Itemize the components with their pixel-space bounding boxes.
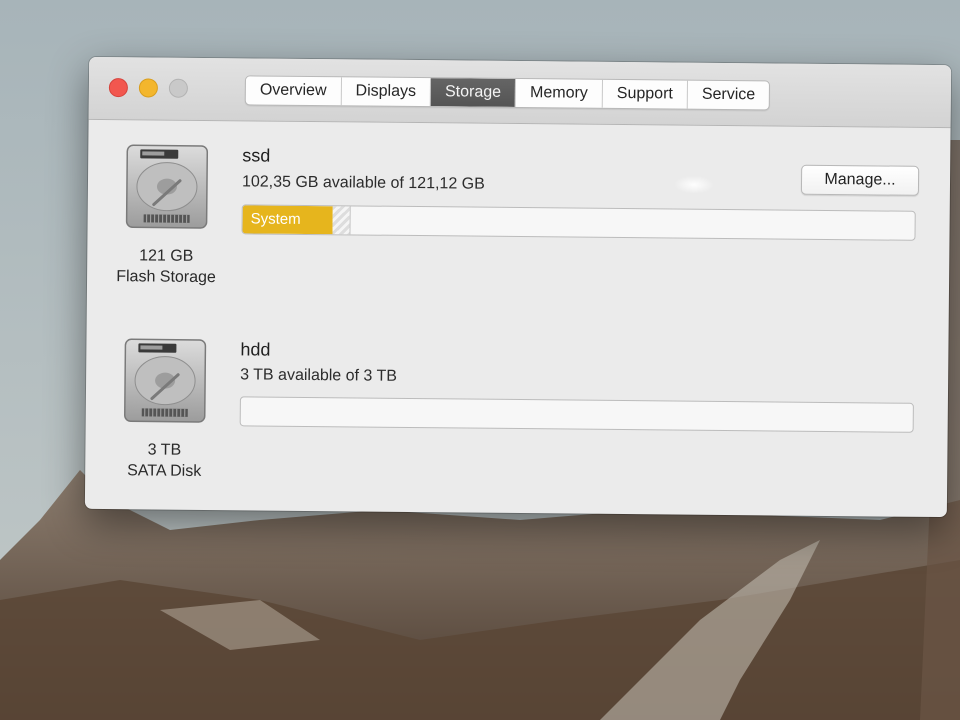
title-bar: Overview Displays Storage Memory Support…: [88, 56, 952, 129]
hdd-capacity: 3 TB: [147, 441, 182, 459]
purgeable-segment: [332, 206, 351, 235]
tab-memory[interactable]: Memory: [515, 78, 603, 108]
zoom-window-button[interactable]: [168, 78, 188, 98]
tab-overview[interactable]: Overview: [245, 76, 342, 106]
hard-drive-icon: [125, 144, 209, 229]
minimize-window-button[interactable]: [138, 78, 158, 98]
storage-panel: 121 GB Flash Storage ssd 102,35 GB avail…: [85, 120, 951, 517]
tab-displays[interactable]: Displays: [341, 77, 432, 107]
ssd-usage-bar: System: [241, 204, 916, 241]
screen-glare: [673, 175, 715, 194]
ssd-type: Flash Storage: [116, 268, 216, 287]
ssd-capacity: 121 GB: [139, 247, 194, 265]
close-window-button[interactable]: [108, 78, 128, 98]
manage-button[interactable]: Manage...: [800, 164, 920, 196]
hdd-available: 3 TB available of 3 TB: [240, 366, 398, 385]
hard-drive-icon: [124, 338, 207, 423]
system-segment: System: [242, 205, 333, 235]
ssd-name: ssd: [242, 145, 271, 166]
about-this-mac-window: Overview Displays Storage Memory Support…: [84, 56, 952, 518]
tab-storage[interactable]: Storage: [430, 78, 517, 107]
ssd-available: 102,35 GB available of 121,12 GB: [241, 173, 485, 193]
hdd-caption: 3 TB SATA Disk: [89, 439, 239, 482]
hdd-type: SATA Disk: [127, 462, 202, 480]
tab-service[interactable]: Service: [688, 81, 770, 110]
hdd-name: hdd: [240, 339, 271, 360]
tab-support[interactable]: Support: [602, 79, 689, 109]
tab-bar: Overview Displays Storage Memory Support…: [244, 75, 771, 111]
ssd-caption: 121 GB Flash Storage: [91, 245, 241, 288]
hdd-usage-bar: [239, 396, 914, 433]
